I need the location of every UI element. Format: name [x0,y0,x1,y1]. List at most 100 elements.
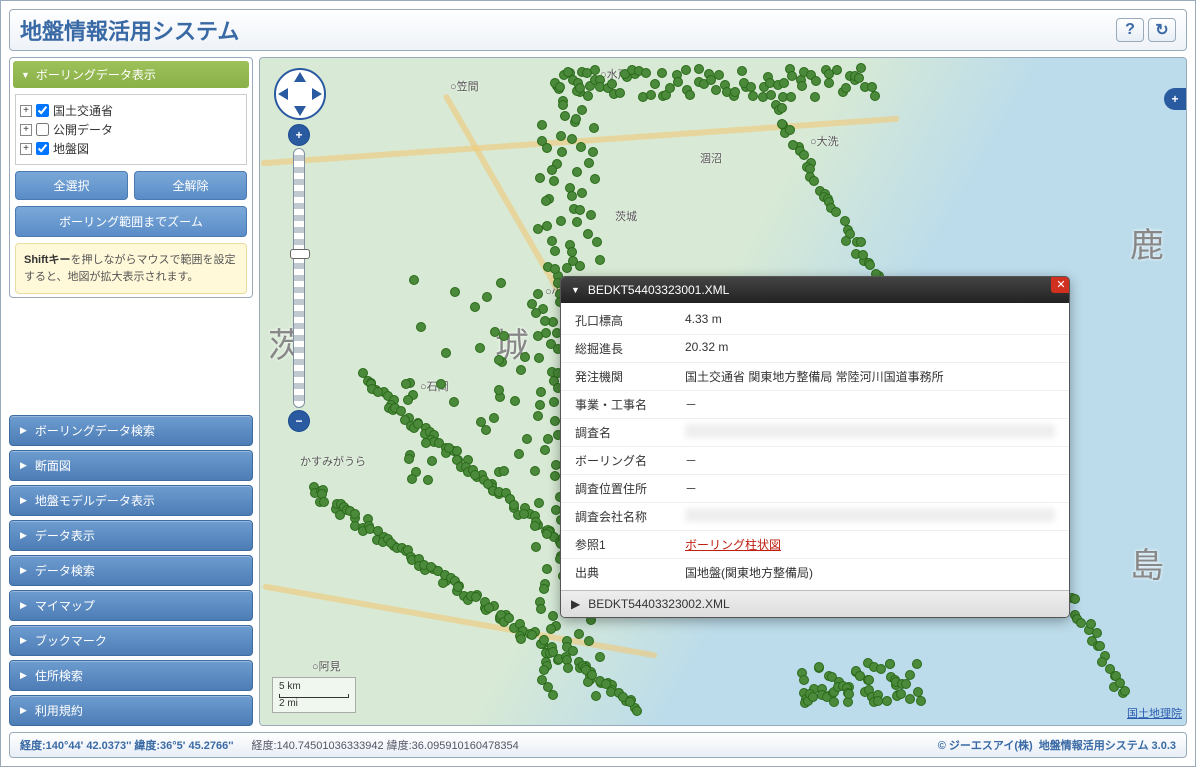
zoom-in-button[interactable]: + [288,124,310,146]
layer-tree: + 国土交通省 + 公開データ + 地盤図 [15,94,247,165]
popup-row: 発注機関国土交通省 関東地方整備局 常陸河川国道事務所 [561,363,1069,391]
popup-row-value: － [685,480,1055,497]
map-attribution: 国土地理院 [1127,705,1182,721]
popup-row: 調査名 [561,419,1069,447]
popup-row-value [685,508,1055,522]
tree-item: + 公開データ [20,120,242,139]
sidebar-menu-item[interactable]: ▶断面図 [9,450,253,481]
layer-switcher-button[interactable]: + [1164,88,1186,110]
menu-label: マイマップ [35,597,95,614]
popup-row-value: － [685,452,1055,469]
map-place-label: ○水戸 [600,66,629,82]
sidebar-menu-item[interactable]: ▶利用規約 [9,695,253,726]
popup-row: 調査会社名称 [561,503,1069,531]
sidebar-menu-item[interactable]: ▶データ表示 [9,520,253,551]
expand-icon[interactable]: + [20,124,32,136]
expand-icon[interactable]: + [20,105,32,117]
layer-checkbox-public[interactable] [36,123,49,136]
map-place-label: ○笠間 [450,78,479,94]
app-header: 地盤情報活用システム ? ↻ [9,9,1187,51]
popup-row-link[interactable]: ボーリング柱状図 [685,536,1055,553]
popup-row: 孔口標高4.33 m [561,307,1069,335]
app-title: 地盤情報活用システム [20,14,1112,46]
layer-checkbox-mlit[interactable] [36,104,49,117]
hint-bold: Shiftキー [24,254,70,266]
popup-row-label: 事業・工事名 [575,396,685,413]
coords-decimal: 経度:140.74501036333942 緯度:36.095910160478… [251,737,518,753]
sidebar-menu-item[interactable]: ▶ マイマップ [9,590,253,621]
layer-checkbox-jiban[interactable] [36,142,49,155]
chevron-right-icon: ▶ [20,635,27,646]
panel-header-boring-display[interactable]: ▼ ボーリングデータ表示 [13,61,249,88]
map-place-label: ○大洗 [810,133,839,149]
map-place-label: 茨城 [615,208,637,224]
sidebar-menu-item[interactable]: ▶ ボーリングデータ検索 [9,415,253,446]
layer-label: 公開データ [53,121,113,138]
deselect-all-button[interactable]: 全解除 [134,171,247,200]
boring-data-panel: ▼ ボーリングデータ表示 + 国土交通省 + 公開データ + [9,57,253,298]
popup-secondary-header[interactable]: ▶ BEDKT54403323002.XML [561,590,1069,617]
chevron-down-icon: ▼ [571,285,580,295]
reload-button[interactable]: ↻ [1148,18,1176,42]
feature-popup: ✕ ▼ BEDKT54403323001.XML 孔口標高4.33 m総掘進長2… [560,276,1070,618]
menu-label: ブックマーク [35,632,107,649]
expand-icon[interactable]: + [20,143,32,155]
popup-secondary-title: BEDKT54403323002.XML [588,597,729,611]
menu-label: 地盤モデルデータ表示 [35,492,155,509]
menu-label: 利用規約 [35,702,83,719]
map-place-label: ○阿見 [312,658,341,674]
popup-row: 総掘進長20.32 m [561,335,1069,363]
popup-row-label: 調査名 [575,424,685,441]
sidebar-menu-item[interactable]: ▶住所検索 [9,660,253,691]
sidebar-menu-item[interactable]: ▶ 地盤モデルデータ表示 [9,485,253,516]
scale-bar: 5 km 2 mi [272,677,356,713]
status-bar: 経度:140°44' 42.0373'' 緯度:36°5' 45.2766'' … [9,732,1187,758]
chevron-right-icon: ▶ [20,600,27,611]
popup-row-label: 参照1 [575,536,685,553]
popup-row-label: 孔口標高 [575,312,685,329]
popup-row-value: 20.32 m [685,340,1055,357]
popup-row-value: － [685,396,1055,413]
chevron-right-icon: ▶ [20,670,27,681]
popup-close-button[interactable]: ✕ [1051,276,1070,293]
pan-control[interactable] [274,68,326,120]
popup-row-value: 国地盤(関東地方整備局) [685,564,1055,581]
select-all-button[interactable]: 全選択 [15,171,128,200]
popup-row: ボーリング名－ [561,447,1069,475]
zoom-control: + − [288,124,310,432]
popup-row-value: 国土交通省 関東地方整備局 常陸河川国道事務所 [685,368,1055,385]
zoom-to-boring-button[interactable]: ボーリング範囲までズーム [15,206,247,237]
zoom-slider-track[interactable] [293,148,305,408]
popup-row-label: 総掘進長 [575,340,685,357]
popup-title: BEDKT54403323001.XML [588,283,729,297]
chevron-down-icon: ▼ [21,70,30,80]
sidebar-menu-item[interactable]: ▶データ検索 [9,555,253,586]
scale-mi: 2 mi [279,698,349,709]
sidebar: ▼ ボーリングデータ表示 + 国土交通省 + 公開データ + [9,57,253,726]
coords-dms: 経度:140°44' 42.0373'' 緯度:36°5' 45.2766'' [20,737,233,753]
product-version: 地盤情報活用システム 3.0.3 [1039,740,1176,752]
chevron-right-icon: ▶ [20,460,27,471]
menu-label: ボーリングデータ検索 [35,422,155,439]
chevron-right-icon: ▶ [20,495,27,506]
help-button[interactable]: ? [1116,18,1144,42]
tree-item: + 国土交通省 [20,101,242,120]
map-place-label: ○石岡 [420,378,449,394]
popup-row-label: ボーリング名 [575,452,685,469]
tree-item: + 地盤図 [20,139,242,158]
popup-row-label: 出典 [575,564,685,581]
panel-title: ボーリングデータ表示 [36,66,156,83]
layer-label: 地盤図 [53,140,89,157]
zoom-out-button[interactable]: − [288,410,310,432]
map-canvas[interactable]: 茨城鹿島 ○笠間○水戸○大洗涸沼茨城○石岡かすみがうら○阿見○小美玉 + − +… [259,57,1187,726]
popup-row-value: 4.33 m [685,312,1055,329]
popup-row: 参照1ボーリング柱状図 [561,531,1069,559]
chevron-right-icon: ▶ [20,425,27,436]
zoom-slider-handle[interactable] [290,249,310,259]
sidebar-menu-item[interactable]: ▶ ブックマーク [9,625,253,656]
chevron-right-icon: ▶ [20,565,27,576]
attribution-link[interactable]: 国土地理院 [1127,708,1182,720]
popup-header[interactable]: ▼ BEDKT54403323001.XML [561,277,1069,303]
menu-label: データ表示 [35,527,95,544]
popup-row-label: 調査会社名称 [575,508,685,525]
